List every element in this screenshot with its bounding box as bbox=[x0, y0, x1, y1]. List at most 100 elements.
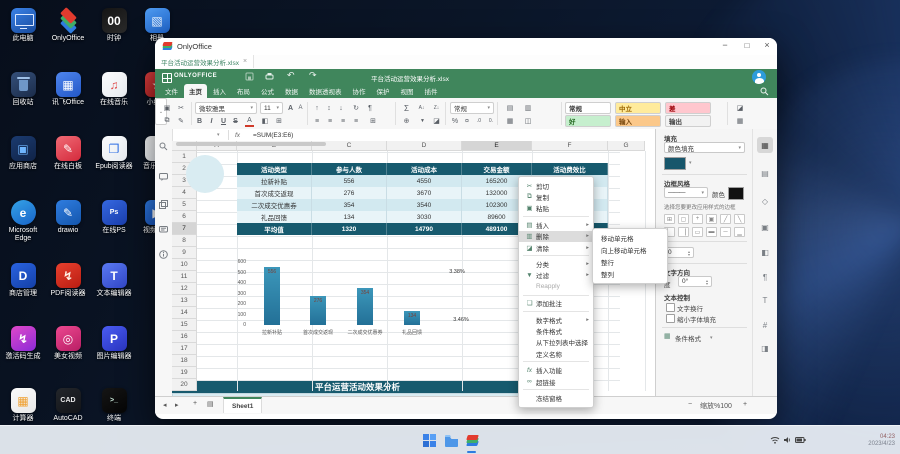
select-table-icon[interactable]: ▦ bbox=[733, 115, 747, 127]
context-menu-item-复制[interactable]: ⧉复制 bbox=[519, 191, 593, 202]
wrap-text-checkbox[interactable] bbox=[666, 303, 675, 312]
format-as-table-icon[interactable]: ▦ bbox=[503, 115, 517, 127]
table-cell[interactable]: 4550 bbox=[387, 175, 462, 187]
desktop-icon-PDF阅读器[interactable]: ↯PDF阅读器 bbox=[46, 263, 90, 298]
orientation-icon[interactable]: ↻ bbox=[351, 102, 361, 114]
decimal-dec-icon[interactable]: .0 bbox=[474, 115, 484, 127]
row-header-20[interactable]: 20 bbox=[172, 379, 197, 391]
tab-close-icon[interactable]: × bbox=[243, 58, 247, 65]
font-increase-icon[interactable]: A bbox=[286, 102, 295, 114]
context-menu-item-删除[interactable]: ▥删除▸ bbox=[519, 231, 593, 242]
borders-icon[interactable]: ⊞ bbox=[273, 115, 285, 127]
desktop-icon-在线白板[interactable]: ✎在线白板 bbox=[46, 136, 90, 171]
conditional-format-icon[interactable]: ▦ bbox=[664, 332, 671, 340]
insert-function-icon[interactable]: ⊕ bbox=[401, 115, 412, 127]
context-menu-item-分类[interactable]: 分类▸ bbox=[519, 258, 593, 269]
cell-settings-icon[interactable]: ▦ bbox=[757, 137, 773, 153]
file-explorer-icon[interactable] bbox=[441, 430, 461, 450]
align-center-icon[interactable]: ≡ bbox=[325, 115, 335, 127]
desktop-icon-图片编辑器[interactable]: P图片编辑器 bbox=[92, 326, 136, 361]
fill-color-swatch[interactable] bbox=[664, 157, 686, 170]
font-color-icon[interactable]: A bbox=[245, 115, 254, 127]
fill-type-select[interactable]: 颜色填充▾ bbox=[664, 142, 745, 153]
copy-icon[interactable]: ⧉ bbox=[161, 115, 173, 127]
battery-tray-icon[interactable] bbox=[795, 436, 806, 444]
textart-settings-icon[interactable]: T bbox=[757, 292, 773, 308]
conditional-format-caret-icon[interactable]: ▾ bbox=[710, 335, 713, 341]
cell-style-输入[interactable]: 输入 bbox=[615, 115, 661, 127]
context-menu-item-插入[interactable]: ▤插入▸ bbox=[519, 219, 593, 230]
ribbon-tab-公式[interactable]: 公式 bbox=[256, 84, 279, 98]
sheet-prev-icon[interactable]: ◂ bbox=[163, 401, 167, 409]
tray-clock[interactable]: 04:23 2023/4/23 bbox=[815, 434, 895, 448]
cut-icon[interactable]: ✂ bbox=[175, 102, 187, 114]
ribbon-tab-数据透视表[interactable]: 数据透视表 bbox=[304, 84, 347, 98]
desktop-icon-激活码生成[interactable]: ↯激活码生成 bbox=[1, 326, 45, 361]
filter-icon[interactable]: ▼ bbox=[417, 115, 428, 127]
merge-cells-icon[interactable]: ⊞ bbox=[367, 115, 379, 127]
comments-icon[interactable] bbox=[158, 171, 169, 182]
font-size-select[interactable]: 11▾ bbox=[260, 102, 283, 114]
border-preset-button[interactable]: ╱ bbox=[720, 214, 731, 224]
table-cell[interactable]: 首次成交返现 bbox=[237, 187, 312, 199]
onlyoffice-taskbar-icon[interactable] bbox=[462, 430, 482, 450]
horizontal-scrollbar-thumb[interactable] bbox=[176, 142, 326, 146]
row-header-11[interactable]: 11 bbox=[172, 271, 197, 283]
border-style-select[interactable]: ———▾ bbox=[664, 187, 708, 198]
desktop-icon-商店管理[interactable]: D商店管理 bbox=[1, 263, 45, 298]
search-icon[interactable] bbox=[158, 141, 169, 152]
sheet-list-icon[interactable]: ▤ bbox=[207, 400, 214, 408]
print-icon[interactable] bbox=[265, 72, 274, 81]
document-tab[interactable]: 平台活动运营效果分析.xlsx × bbox=[155, 55, 254, 68]
table-cell[interactable]: 276 bbox=[312, 187, 387, 199]
context-menu-item-超链接[interactable]: ∞超链接 bbox=[519, 376, 593, 387]
submenu-item-移动单元格[interactable]: 移动单元格 bbox=[593, 232, 667, 244]
border-preset-button[interactable]: ╲ bbox=[734, 214, 745, 224]
desktop-icon-讯飞Office[interactable]: ▦讯飞Office bbox=[46, 72, 90, 107]
border-preset-button[interactable]: + bbox=[692, 214, 703, 224]
table-summary-cell[interactable]: 14790 bbox=[387, 223, 462, 235]
submenu-item-整行[interactable]: 整行 bbox=[593, 256, 667, 268]
desktop-icon-在线PS[interactable]: Ps在线PS bbox=[92, 200, 136, 235]
context-menu-item-过滤[interactable]: ▼过滤▸ bbox=[519, 270, 593, 281]
chart-settings-icon[interactable]: ◧ bbox=[757, 244, 773, 260]
wifi-tray-icon[interactable] bbox=[770, 436, 780, 444]
ribbon-tab-协作[interactable]: 协作 bbox=[348, 84, 371, 98]
border-preset-button[interactable]: ▕ bbox=[678, 227, 689, 237]
context-menu-item-添加批注[interactable]: ❏添加批注 bbox=[519, 298, 593, 309]
align-right-icon[interactable]: ≡ bbox=[338, 115, 348, 127]
row-header-13[interactable]: 13 bbox=[172, 295, 197, 307]
row-header-6[interactable]: 6 bbox=[172, 211, 197, 223]
wrap-text-icon[interactable]: ¶ bbox=[365, 102, 375, 114]
table-cell[interactable]: 二次成交优惠券 bbox=[237, 199, 312, 211]
ribbon-tab-文件[interactable]: 文件 bbox=[160, 84, 183, 98]
border-color-swatch[interactable] bbox=[728, 187, 744, 200]
row-header-15[interactable]: 15 bbox=[172, 319, 197, 331]
table-settings-icon[interactable]: ▤ bbox=[757, 165, 773, 181]
desktop-icon-drawio[interactable]: ✎drawio bbox=[46, 200, 90, 235]
border-preset-button[interactable]: ▬ bbox=[706, 227, 717, 237]
volume-tray-icon[interactable] bbox=[783, 436, 792, 444]
row-header-14[interactable]: 14 bbox=[172, 307, 197, 319]
align-top-icon[interactable]: ↑ bbox=[312, 102, 322, 114]
clear-style-icon[interactable]: ◪ bbox=[733, 102, 747, 114]
cell-style-输出[interactable]: 输出 bbox=[665, 115, 711, 127]
desktop-icon-此电脑[interactable]: 此电脑 bbox=[1, 8, 45, 43]
sheet-next-icon[interactable]: ▸ bbox=[175, 401, 179, 409]
ribbon-tab-数据[interactable]: 数据 bbox=[280, 84, 303, 98]
delete-cells-icon[interactable]: ▥ bbox=[521, 102, 535, 114]
desktop-icon-时钟[interactable]: 00时钟 bbox=[92, 8, 136, 43]
s-format-icon[interactable]: S bbox=[231, 115, 240, 127]
clear-filter-icon[interactable]: ◪ bbox=[431, 115, 442, 127]
conditional-format-button[interactable]: 条件格式 bbox=[675, 333, 701, 343]
context-menu-item-插入功能[interactable]: fx插入功能 bbox=[519, 364, 593, 375]
start-button[interactable] bbox=[419, 430, 439, 450]
column-header-E[interactable]: E bbox=[462, 141, 532, 151]
column-header-G[interactable]: G bbox=[608, 141, 645, 151]
sort-asc-icon[interactable]: A↓ bbox=[415, 102, 428, 114]
context-menu-item-清除[interactable]: ◪清除▸ bbox=[519, 242, 593, 253]
align-left-icon[interactable]: ≡ bbox=[312, 115, 322, 127]
align-bottom-icon[interactable]: ↓ bbox=[336, 102, 346, 114]
row-header-5[interactable]: 5 bbox=[172, 199, 197, 211]
border-preset-button[interactable]: ⊞ bbox=[664, 214, 675, 224]
